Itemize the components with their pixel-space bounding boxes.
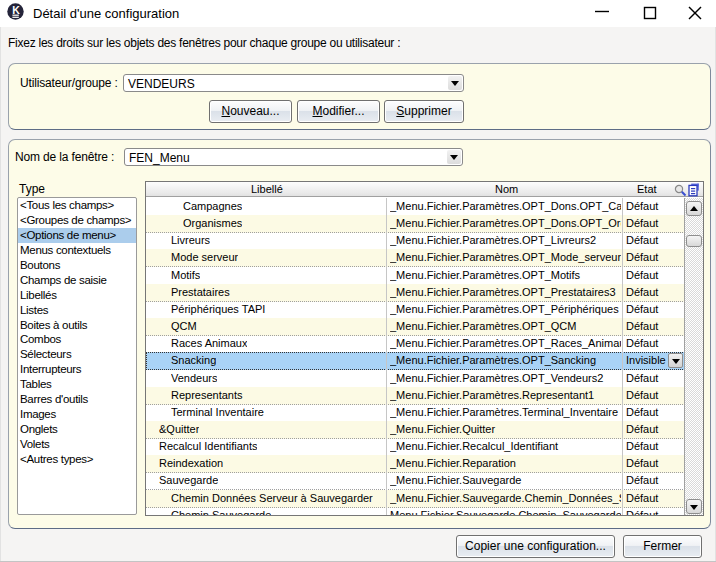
svg-text:K: K (12, 4, 20, 16)
